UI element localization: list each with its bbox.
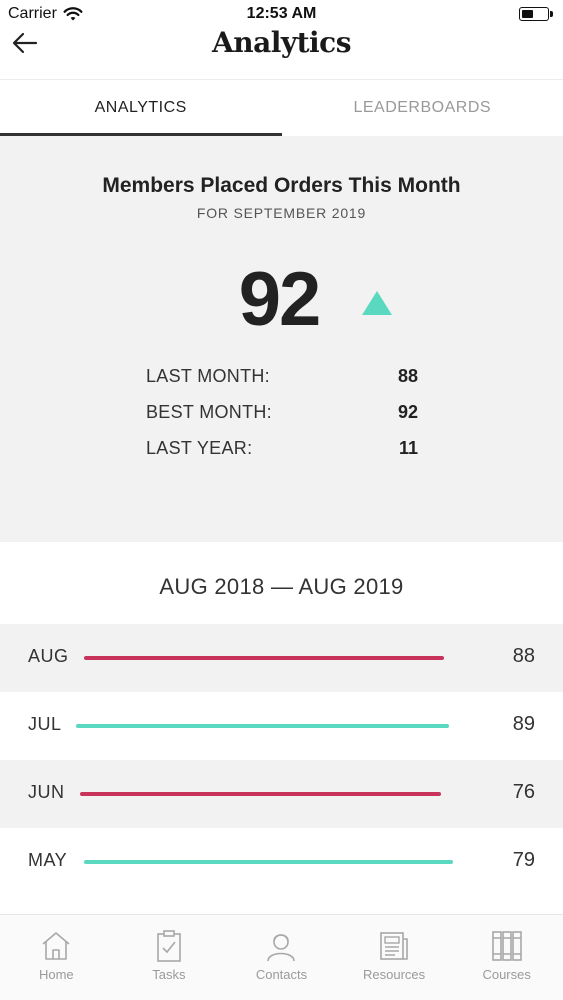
month-bar (80, 792, 441, 796)
stat-label: BEST MONTH: (146, 402, 272, 422)
home-icon (42, 932, 70, 960)
stat-last-year: LAST YEAR: 11 (146, 438, 418, 462)
bottom-tab-label: Home (38, 967, 74, 982)
clock: 12:53 AM (246, 5, 317, 22)
bottom-tab-label: Contacts (255, 967, 308, 982)
month-row[interactable]: MAY 79 (0, 828, 563, 896)
summary-value: 92 (238, 257, 322, 342)
newspaper-icon (380, 932, 408, 960)
books-icon (491, 931, 522, 961)
stat-label: LAST YEAR: (146, 438, 253, 458)
bottom-tab-tasks[interactable]: Tasks (113, 915, 226, 1000)
month-label: JUN (28, 782, 65, 802)
month-bar (84, 656, 444, 660)
month-row[interactable]: JUN 76 (0, 760, 563, 828)
month-row[interactable]: JUL 89 (0, 692, 563, 760)
date-range-label: AUG 2018 — AUG 2019 (159, 574, 404, 599)
person-icon (267, 934, 296, 962)
month-bar (84, 860, 453, 864)
summary-card: Members Placed Orders This Month FOR SEP… (0, 136, 563, 542)
page-title: Analytics (211, 26, 352, 59)
month-value: 88 (512, 645, 535, 667)
stat-last-month: LAST MONTH: 88 (146, 366, 418, 390)
nav-bar: Analytics (0, 26, 563, 80)
stat-label: LAST MONTH: (146, 366, 270, 386)
battery-level (522, 10, 533, 18)
bottom-tab-label: Courses (482, 967, 531, 982)
month-label: JUL (28, 714, 62, 734)
stat-value: 92 (397, 402, 418, 422)
battery-tip (550, 11, 553, 17)
bottom-tab-courses[interactable]: Courses (450, 915, 563, 1000)
month-label: AUG (28, 646, 69, 666)
bottom-tab-home[interactable]: Home (0, 915, 113, 1000)
month-value: 79 (512, 849, 535, 871)
summary-subtitle: FOR SEPTEMBER 2019 (196, 205, 367, 221)
bottom-tab-bar: Home Tasks Contacts Resources Courses (0, 914, 563, 1000)
screen: Carrier 12:53 AM Analytics ANALYTICS LEA… (0, 0, 563, 1000)
summary-value-wrap: 92 (0, 256, 563, 343)
month-bar (76, 724, 449, 728)
bottom-tab-label: Resources (363, 967, 426, 982)
bottom-tab-contacts[interactable]: Contacts (225, 915, 338, 1000)
tab-analytics[interactable]: ANALYTICS (0, 80, 282, 136)
battery-icon (519, 7, 553, 21)
month-row[interactable]: AUG 88 (0, 624, 563, 692)
summary-title: Members Placed Orders This Month (102, 174, 461, 197)
bottom-tab-label: Tasks (152, 967, 186, 982)
month-value: 89 (512, 713, 535, 735)
month-value: 76 (512, 781, 535, 803)
triangle-up-icon (362, 291, 392, 315)
stat-value: 88 (397, 366, 418, 386)
month-label: MAY (28, 850, 68, 870)
stat-best-month: BEST MONTH: 92 (146, 402, 418, 426)
status-bar: Carrier 12:53 AM (0, 0, 563, 28)
stat-value: 11 (398, 438, 418, 458)
bottom-tab-resources[interactable]: Resources (338, 915, 451, 1000)
tab-bar: ANALYTICS LEADERBOARDS (0, 80, 563, 136)
tab-leaderboards[interactable]: LEADERBOARDS (282, 80, 563, 136)
clipboard-check-icon (157, 930, 181, 962)
